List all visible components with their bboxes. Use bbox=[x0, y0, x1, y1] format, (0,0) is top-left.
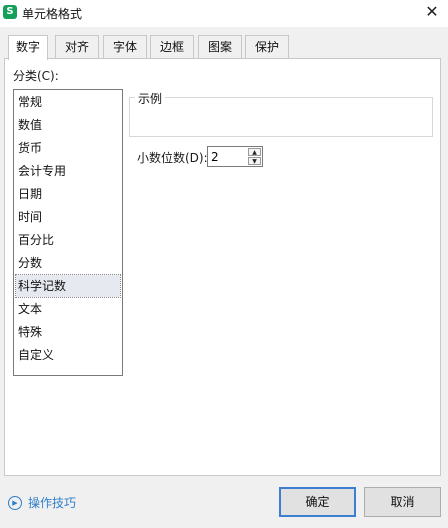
wps-app-icon: S bbox=[3, 5, 17, 19]
category-item-text[interactable]: 文本 bbox=[16, 298, 120, 320]
category-list[interactable]: 常规 数值 货币 会计专用 日期 时间 百分比 分数 科学记数 文本 特殊 自定… bbox=[13, 89, 123, 376]
category-item-percentage[interactable]: 百分比 bbox=[16, 229, 120, 251]
tab-alignment[interactable]: 对齐 bbox=[55, 35, 99, 59]
decimal-places-stepper: ▲ ▼ bbox=[207, 146, 263, 167]
tips-link-label: 操作技巧 bbox=[28, 496, 77, 510]
category-item-scientific[interactable]: 科学记数 bbox=[15, 274, 121, 298]
close-icon[interactable]: ✕ bbox=[422, 2, 442, 22]
tab-border[interactable]: 边框 bbox=[150, 35, 194, 59]
sample-preview-box bbox=[129, 97, 433, 137]
category-item-fraction[interactable]: 分数 bbox=[16, 252, 120, 274]
category-item-number[interactable]: 数值 bbox=[16, 114, 120, 136]
category-item-date[interactable]: 日期 bbox=[16, 183, 120, 205]
decimal-places-input[interactable] bbox=[208, 147, 246, 166]
ok-button[interactable]: 确定 bbox=[279, 487, 356, 517]
category-item-special[interactable]: 特殊 bbox=[16, 321, 120, 343]
tab-number[interactable]: 数字 bbox=[8, 35, 48, 60]
category-item-currency[interactable]: 货币 bbox=[16, 137, 120, 159]
sample-label: 示例 bbox=[135, 90, 166, 107]
tab-pattern[interactable]: 图案 bbox=[198, 35, 242, 59]
category-item-accounting[interactable]: 会计专用 bbox=[16, 160, 120, 182]
category-item-general[interactable]: 常规 bbox=[16, 91, 120, 113]
window-title: 单元格格式 bbox=[22, 7, 83, 21]
tab-font[interactable]: 字体 bbox=[103, 35, 147, 59]
cancel-button[interactable]: 取消 bbox=[364, 487, 441, 517]
tab-protection[interactable]: 保护 bbox=[245, 35, 289, 59]
spin-up-icon[interactable]: ▲ bbox=[248, 148, 261, 156]
play-icon: ▶ bbox=[8, 496, 22, 510]
category-item-time[interactable]: 时间 bbox=[16, 206, 120, 228]
number-tab-panel: 分类(C): 常规 数值 货币 会计专用 日期 时间 百分比 分数 科学记数 文… bbox=[4, 58, 441, 476]
category-item-custom[interactable]: 自定义 bbox=[16, 344, 120, 366]
category-label: 分类(C): bbox=[13, 69, 59, 83]
decimal-places-label: 小数位数(D): bbox=[137, 151, 208, 165]
title-bar: S 单元格格式 ✕ bbox=[0, 0, 448, 27]
spin-down-icon[interactable]: ▼ bbox=[248, 157, 261, 165]
